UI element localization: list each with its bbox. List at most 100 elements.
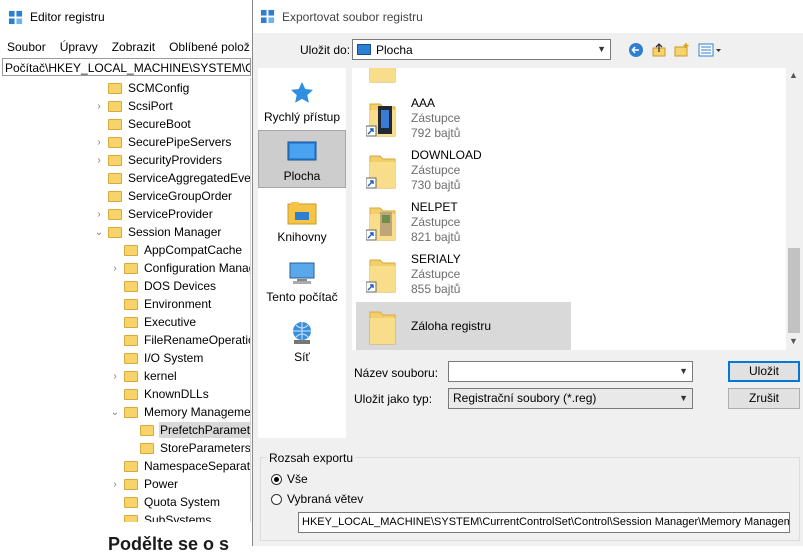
chevron-down-icon[interactable]: ⌄ [94, 227, 104, 238]
tree-node-label: Quota System [144, 495, 221, 509]
tree-node-label: SecureBoot [128, 117, 191, 131]
regedit-address-bar[interactable]: Počítač\HKEY_LOCAL_MACHINE\SYSTEM\Curr [2, 58, 251, 76]
tree-node[interactable]: KnownDLLs [110, 385, 210, 403]
tree-node[interactable]: PrefetchParameters [126, 421, 250, 439]
tree-node[interactable]: SecureBoot [94, 115, 192, 133]
tree-node[interactable]: › ScsiPort [94, 97, 174, 115]
radio-all[interactable]: Vše [271, 472, 308, 486]
tree-node[interactable]: FileRenameOperation [110, 331, 250, 349]
folder-icon [108, 82, 122, 94]
view-menu-button[interactable] [697, 41, 723, 59]
tree-node[interactable]: › SecurePipeServers [94, 133, 232, 151]
tree-node[interactable]: › Power [110, 475, 179, 493]
tree-node[interactable]: › Configuration Manag [110, 259, 251, 277]
regedit-titlebar: Editor registru [0, 0, 252, 34]
file-item[interactable]: DOWNLOAD Zástupce 730 bajtů [356, 146, 571, 196]
tree-node[interactable]: Quota System [110, 493, 221, 511]
file-item[interactable]: SERIALY Zástupce 855 bajtů [356, 250, 571, 300]
shortcut-folder-icon [366, 259, 396, 293]
place-desktop[interactable]: Plocha [258, 130, 346, 188]
file-type: Zástupce [411, 215, 461, 229]
new-folder-button[interactable] [673, 41, 691, 59]
tree-node[interactable]: NamespaceSeparation [110, 457, 251, 475]
file-size: 730 bajtů [411, 178, 461, 192]
menu-view[interactable]: Zobrazit [105, 37, 162, 57]
chevron-right-icon[interactable]: › [94, 101, 104, 112]
regedit-title: Editor registru [30, 10, 105, 24]
tree-node-label: kernel [144, 369, 177, 383]
file-name: NELPET [411, 200, 458, 214]
chevron-right-icon[interactable]: › [110, 263, 120, 274]
filetype-select[interactable]: Registrační soubory (*.reg) ▼ [448, 388, 693, 409]
radio-selected-branch[interactable]: Vybraná větev [271, 492, 363, 506]
folder-icon [124, 496, 138, 508]
place-network[interactable]: Síť [258, 312, 346, 370]
tree-node[interactable]: › SecurityProviders [94, 151, 223, 169]
computer-icon [289, 262, 315, 284]
tree-node[interactable]: ServiceGroupOrder [94, 187, 233, 205]
save-button[interactable]: Uložit [728, 361, 800, 382]
file-name: Záloha registru [411, 319, 492, 333]
back-button[interactable] [627, 41, 645, 59]
chevron-down-icon[interactable]: ▼ [679, 362, 688, 381]
tree-node[interactable]: ⌄ Session Manager [94, 223, 222, 241]
scrollbar-thumb[interactable] [788, 248, 800, 333]
library-icon [287, 202, 317, 225]
chevron-right-icon[interactable]: › [110, 479, 120, 490]
tree-node[interactable]: DOS Devices [110, 277, 217, 295]
filename-input[interactable]: ▼ [448, 361, 693, 382]
up-folder-button[interactable] [650, 41, 668, 59]
file-item[interactable]: Web_encoded [356, 68, 571, 90]
chevron-down-icon: ▼ [597, 44, 606, 54]
tree-node[interactable]: SCMConfig [94, 79, 190, 97]
tree-node[interactable]: StoreParameters [126, 439, 250, 457]
tree-node[interactable]: I/O System [110, 349, 204, 367]
tree-node[interactable]: Executive [110, 313, 197, 331]
dialog-app-icon [260, 9, 275, 24]
filename-label: Název souboru: [354, 366, 439, 380]
scroll-down-icon[interactable]: ▼ [789, 336, 798, 346]
save-in-combo[interactable]: Plocha ▼ [352, 39, 611, 60]
tree-node[interactable]: ServiceAggregatedEvents [94, 169, 250, 187]
menu-favorites[interactable]: Oblíbené polož [162, 37, 257, 57]
tree-node-label: SecurePipeServers [128, 135, 232, 149]
file-list-scrollbar[interactable]: ▲ ▼ [786, 68, 802, 350]
scroll-up-icon[interactable]: ▲ [789, 70, 798, 80]
chevron-right-icon[interactable]: › [94, 155, 104, 166]
tree-node[interactable]: ⌄ Memory Management [110, 403, 250, 421]
place-quick-access[interactable]: Rychlý přístup [258, 72, 346, 130]
file-item[interactable]: NELPET Zástupce 821 bajtů [356, 198, 571, 248]
folder-icon [124, 388, 138, 400]
tree-node-label: SecurityProviders [128, 153, 223, 167]
selected-branch-input[interactable]: HKEY_LOCAL_MACHINE\SYSTEM\CurrentControl… [298, 512, 790, 533]
file-item[interactable]: AAA Zástupce 792 bajtů [356, 94, 571, 144]
chevron-right-icon[interactable]: › [94, 209, 104, 220]
file-list[interactable]: Web_encodedAAAZástupce792 bajtůDOWNLOADZ… [352, 68, 802, 350]
tree-node[interactable]: › kernel [110, 367, 178, 385]
chevron-down-icon[interactable]: ⌄ [110, 407, 120, 418]
tree-node[interactable]: Environment [110, 295, 212, 313]
tree-node[interactable]: AppCompatCache [110, 241, 243, 259]
place-this-pc[interactable]: Tento počítač [258, 252, 346, 310]
tree-node[interactable]: SubSystems [110, 511, 212, 522]
registry-tree[interactable]: SCMConfig › ScsiPort SecureBoot › SecurePipeS… [0, 78, 251, 522]
tree-node-label: AppCompatCache [144, 243, 243, 257]
file-name: DOWNLOAD [411, 148, 482, 162]
menu-edit[interactable]: Úpravy [53, 37, 105, 57]
cancel-button[interactable]: Zrušit [728, 388, 800, 409]
tree-node-label: NamespaceSeparation [144, 459, 251, 473]
tree-node-label: Configuration Manag [144, 261, 251, 275]
desktop-icon [287, 141, 317, 161]
chevron-right-icon[interactable]: › [110, 371, 120, 382]
file-item[interactable]: Záloha registru [356, 302, 571, 350]
tree-node[interactable]: › ServiceProvider [94, 205, 214, 223]
radio-branch-indicator[interactable] [271, 493, 282, 505]
chevron-right-icon[interactable]: › [94, 137, 104, 148]
place-libraries[interactable]: Knihovny [258, 192, 346, 250]
menu-file[interactable]: Soubor [0, 37, 53, 57]
radio-all-indicator[interactable] [271, 473, 282, 485]
folder-icon [124, 334, 138, 346]
export-range-title: Rozsah exportu [267, 451, 356, 465]
